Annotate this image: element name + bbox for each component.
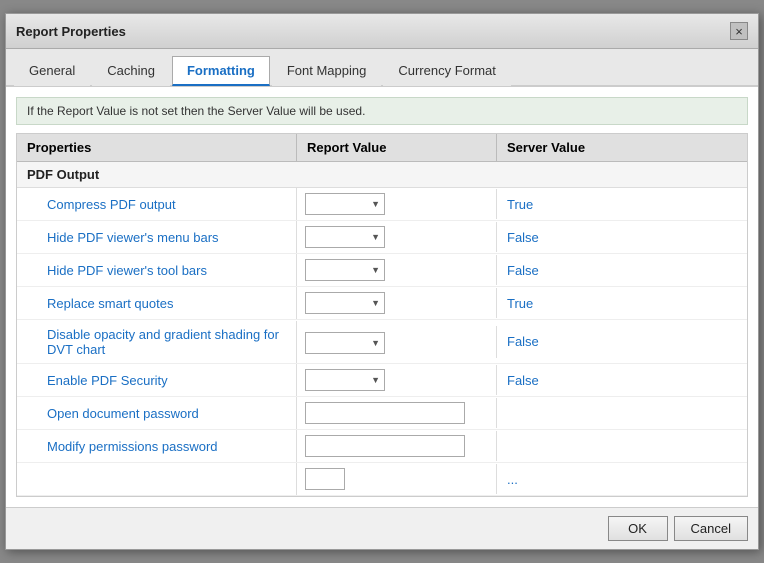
dropdown-hide-menu-bars[interactable]: ▼	[305, 226, 385, 248]
dropdown-last[interactable]	[305, 468, 345, 490]
tab-caching[interactable]: Caching	[92, 56, 170, 86]
input-modify-password[interactable]	[305, 435, 465, 457]
chevron-down-icon: ▼	[371, 298, 380, 308]
prop-smart-quotes: Replace smart quotes	[17, 287, 297, 319]
report-disable-opacity: ▼	[297, 326, 497, 358]
col-header-report: Report Value	[297, 134, 497, 161]
col-header-properties: Properties	[17, 134, 297, 161]
section-label: PDF Output	[17, 162, 297, 187]
chevron-down-icon: ▼	[371, 199, 380, 209]
server-modify-password	[497, 440, 747, 452]
server-smart-quotes: True	[497, 290, 747, 317]
report-last	[297, 464, 497, 494]
table-row: ...	[17, 463, 747, 496]
server-hide-menu-bars: False	[497, 224, 747, 251]
table-header: Properties Report Value Server Value	[17, 134, 747, 162]
server-open-password	[497, 407, 747, 419]
report-pdf-security: ▼	[297, 365, 497, 395]
table-row: Replace smart quotes ▼ True	[17, 287, 747, 320]
input-open-password[interactable]	[305, 402, 465, 424]
chevron-down-icon: ▼	[371, 265, 380, 275]
table-row: Compress PDF output ▼ True	[17, 188, 747, 221]
ok-button[interactable]: OK	[608, 516, 668, 541]
table-scroll-area[interactable]: PDF Output Compress PDF output ▼ True	[17, 162, 747, 496]
server-compress-pdf: True	[497, 191, 747, 218]
chevron-down-icon: ▼	[371, 232, 380, 242]
dialog-footer: OK Cancel	[6, 507, 758, 549]
table-row: Enable PDF Security ▼ False	[17, 364, 747, 397]
dropdown-hide-tool-bars[interactable]: ▼	[305, 259, 385, 281]
dropdown-smart-quotes[interactable]: ▼	[305, 292, 385, 314]
section-pdf-output: PDF Output	[17, 162, 747, 188]
cancel-button[interactable]: Cancel	[674, 516, 748, 541]
table-row: Hide PDF viewer's menu bars ▼ False	[17, 221, 747, 254]
prop-hide-tool-bars: Hide PDF viewer's tool bars	[17, 254, 297, 286]
tab-currency-format[interactable]: Currency Format	[383, 56, 511, 86]
dialog-body: If the Report Value is not set then the …	[6, 87, 758, 507]
report-hide-menu-bars: ▼	[297, 222, 497, 252]
tab-general[interactable]: General	[14, 56, 90, 86]
tab-font-mapping[interactable]: Font Mapping	[272, 56, 382, 86]
server-last: ...	[497, 466, 747, 493]
close-button[interactable]: ×	[730, 22, 748, 40]
prop-pdf-security: Enable PDF Security	[17, 364, 297, 396]
prop-modify-password: Modify permissions password	[17, 430, 297, 462]
table-row: Modify permissions password	[17, 430, 747, 463]
prop-open-password: Open document password	[17, 397, 297, 429]
server-pdf-security: False	[497, 367, 747, 394]
dropdown-compress-pdf[interactable]: ▼	[305, 193, 385, 215]
table-row: Open document password	[17, 397, 747, 430]
prop-disable-opacity: Disable opacity and gradient shading for…	[17, 321, 297, 363]
prop-last	[17, 463, 297, 495]
tab-bar: General Caching Formatting Font Mapping …	[6, 49, 758, 87]
dropdown-disable-opacity[interactable]: ▼	[305, 332, 385, 354]
report-smart-quotes: ▼	[297, 288, 497, 318]
properties-table: Properties Report Value Server Value PDF…	[16, 133, 748, 497]
server-hide-tool-bars: False	[497, 257, 747, 284]
dropdown-pdf-security[interactable]: ▼	[305, 369, 385, 391]
table-row: Hide PDF viewer's tool bars ▼ False	[17, 254, 747, 287]
prop-compress-pdf: Compress PDF output	[17, 188, 297, 220]
report-modify-password	[297, 431, 497, 461]
table-row: Disable opacity and gradient shading for…	[17, 320, 747, 364]
col-header-server: Server Value	[497, 134, 747, 161]
title-bar: Report Properties ×	[6, 14, 758, 49]
report-properties-dialog: Report Properties × General Caching Form…	[5, 13, 759, 550]
report-hide-tool-bars: ▼	[297, 255, 497, 285]
server-disable-opacity: False	[497, 328, 747, 355]
info-message: If the Report Value is not set then the …	[16, 97, 748, 125]
dialog-title: Report Properties	[16, 24, 126, 39]
chevron-down-icon: ▼	[371, 375, 380, 385]
report-compress-pdf: ▼	[297, 189, 497, 219]
tab-formatting[interactable]: Formatting	[172, 56, 270, 86]
close-icon: ×	[735, 24, 743, 39]
chevron-down-icon: ▼	[371, 338, 380, 348]
report-open-password	[297, 398, 497, 428]
prop-hide-menu-bars: Hide PDF viewer's menu bars	[17, 221, 297, 253]
